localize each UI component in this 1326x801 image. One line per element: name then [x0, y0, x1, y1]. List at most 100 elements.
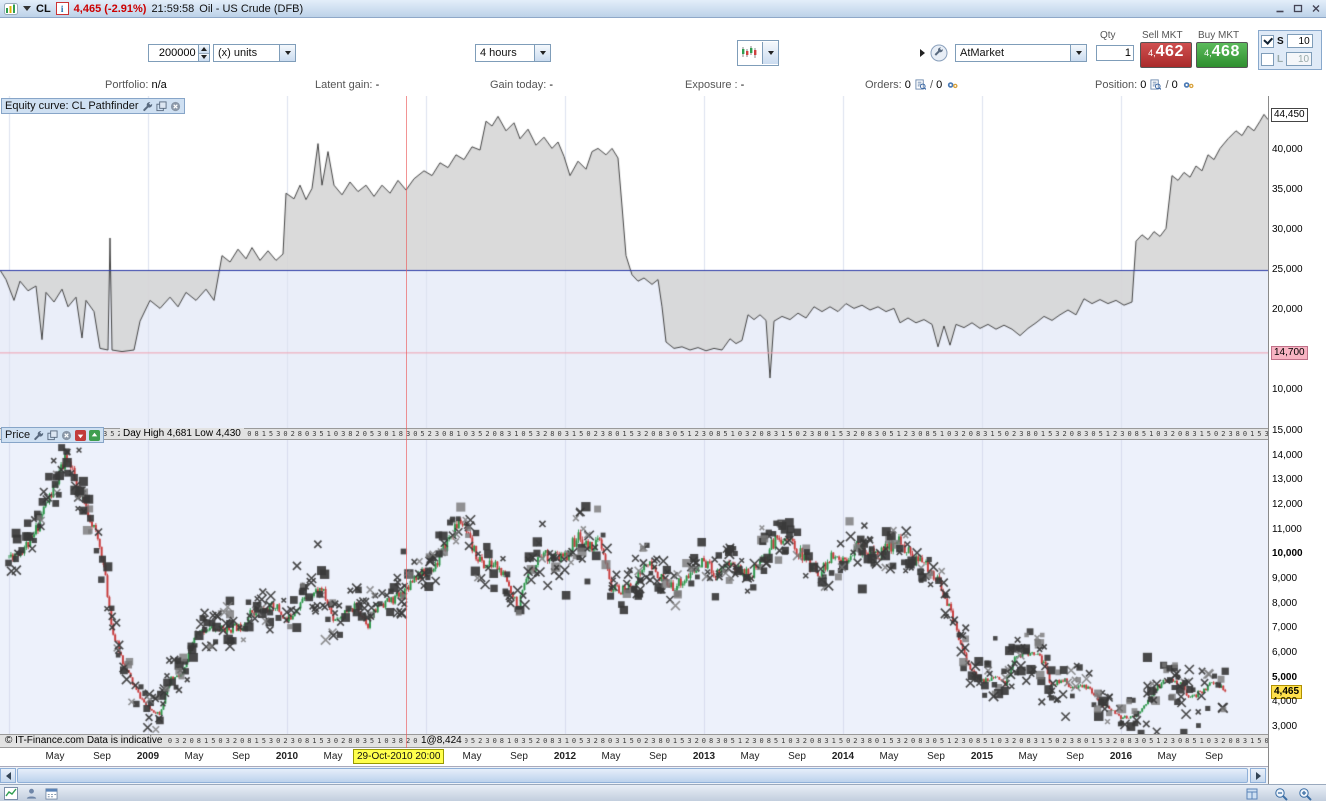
timeframe-select-value: 4 hours	[480, 47, 517, 59]
x-axis-dates-row: 29-Oct-2010 20:00 May Sep 2009 May Sep 2010 Ma…	[0, 748, 1268, 766]
equity-detach-icon[interactable]	[155, 100, 167, 112]
chart-style-icon	[738, 44, 762, 63]
accounts-icon[interactable]	[22, 786, 40, 801]
x-axis-label: Sep	[788, 751, 806, 762]
zoom-out-icon[interactable]	[1272, 786, 1290, 801]
stat-item: Latent gain: -	[315, 79, 380, 91]
limit-distance-input[interactable]	[1286, 52, 1313, 66]
y-axis-label: 25,000	[1272, 264, 1303, 275]
x-axis-label: May	[740, 751, 760, 762]
price-chart-canvas[interactable]	[0, 440, 1268, 734]
last-price-change: 4,465 (-2.91%)	[73, 2, 147, 15]
stat-item: Gain today: -	[490, 79, 553, 91]
workspace-icon[interactable]	[2, 786, 20, 801]
window-controls	[1272, 2, 1323, 15]
y-axis-label: 6,000	[1272, 647, 1298, 658]
order-qty-field[interactable]	[1096, 45, 1134, 61]
y-axis-label: 10,000	[1272, 384, 1303, 395]
stat-item: Position: 0 / 0	[1095, 79, 1196, 91]
calendar-icon[interactable]	[42, 786, 60, 801]
x-axis-label: Sep	[93, 751, 111, 762]
symbol-label[interactable]: CL	[36, 3, 51, 15]
sell-market-button[interactable]: 4, 462	[1140, 42, 1192, 68]
equity-close-icon[interactable]	[170, 101, 181, 112]
equity-settings-icon[interactable]	[142, 101, 153, 112]
limit-row: L	[1261, 51, 1319, 67]
order-panel-collapse-icon[interactable]	[920, 49, 925, 57]
infobar: Portfolio: n/a Latent gain: - Gain today: …	[0, 76, 1326, 97]
quantity-spinner[interactable]	[197, 45, 209, 61]
scroll-left-button[interactable]	[0, 768, 16, 783]
buy-market-button[interactable]: 4, 468	[1196, 42, 1248, 68]
order-type-value: AtMarket	[960, 47, 1005, 59]
orders-settings-icon[interactable]	[1181, 79, 1196, 91]
price-panel-header: Price	[1, 427, 105, 443]
y-axis-label: 12,000	[1272, 499, 1303, 510]
instrument-info-icon[interactable]: i	[55, 2, 69, 15]
y-axis-label: 30,000	[1272, 224, 1303, 235]
panel-layout-icon[interactable]	[1243, 786, 1261, 801]
x-axis-label: May	[1157, 751, 1177, 762]
quantity-stepper[interactable]	[148, 44, 210, 62]
order-info-tag: 1@8,424	[418, 735, 465, 746]
order-type-caret[interactable]	[1070, 45, 1086, 61]
scrollbar-thumb[interactable]	[17, 768, 1248, 783]
chart-style-caret[interactable]	[762, 42, 778, 64]
qty-label: Qty	[1100, 30, 1116, 41]
quick-buy-icon[interactable]	[89, 429, 101, 441]
y-axis-label: 35,000	[1272, 184, 1303, 195]
equity-chart-canvas[interactable]	[0, 96, 1268, 428]
orders-detail-icon[interactable]	[914, 79, 927, 91]
chart-style-button[interactable]	[737, 40, 779, 66]
price-close-icon[interactable]	[61, 430, 72, 441]
y-axis-label: 40,000	[1272, 144, 1303, 155]
x-axis-label: Sep	[927, 751, 945, 762]
order-settings-icon[interactable]	[930, 44, 948, 65]
close-button[interactable]	[1308, 2, 1323, 15]
zoom-in-icon[interactable]	[1296, 786, 1314, 801]
units-select-caret[interactable]	[279, 45, 295, 61]
x-axis-label: May	[45, 751, 65, 762]
y-axis-label: 10,000	[1272, 548, 1303, 559]
stop-letter: S	[1277, 35, 1284, 47]
x-axis-label: 2012	[553, 751, 577, 762]
minimize-button[interactable]	[1272, 2, 1287, 15]
price-panel-title: Price	[5, 429, 31, 441]
orders-detail-icon[interactable]	[1149, 79, 1162, 91]
units-select[interactable]: (x) units	[213, 44, 296, 62]
order-qty-input[interactable]	[1097, 46, 1133, 60]
stop-checkbox[interactable]	[1261, 34, 1274, 48]
y-axis-label: 11,000	[1272, 524, 1302, 535]
orders-settings-icon[interactable]	[945, 79, 960, 91]
quick-sell-icon[interactable]	[75, 429, 87, 441]
sell-price-main: 462	[1155, 43, 1184, 60]
buy-price-main: 468	[1211, 43, 1240, 60]
limit-checkbox[interactable]	[1261, 52, 1274, 66]
horizontal-scrollbar[interactable]	[0, 766, 1268, 784]
timeframe-select[interactable]: 4 hours	[475, 44, 551, 62]
y-axis-label: 7,000	[1272, 622, 1298, 633]
quantity-input[interactable]	[149, 45, 198, 61]
y-axis-label: 13,000	[1272, 474, 1303, 485]
x-axis-label: 2009	[136, 751, 160, 762]
maximize-button[interactable]	[1290, 2, 1305, 15]
title-bar: CL i 4,465 (-2.91%) 21:59:58 Oil - US Cr…	[0, 0, 1326, 18]
x-axis-label: Sep	[1066, 751, 1084, 762]
units-select-value: (x) units	[218, 47, 258, 59]
bottom-toolbar	[0, 784, 1326, 801]
price-settings-icon[interactable]	[33, 430, 44, 441]
price-detach-icon[interactable]	[47, 429, 58, 441]
order-type-select[interactable]: AtMarket	[955, 44, 1087, 62]
timeframe-select-caret[interactable]	[534, 45, 550, 61]
app-icon	[4, 2, 18, 15]
x-axis-label: 2016	[1109, 751, 1133, 762]
y-axis-label: 8,000	[1272, 598, 1298, 609]
scroll-right-button[interactable]	[1250, 768, 1266, 783]
trade-exit-digits: 2031085031208315023081503208150320815302…	[2, 737, 1268, 745]
limit-letter: L	[1277, 53, 1284, 65]
y-axis-label: 14,700	[1271, 346, 1308, 360]
stat-item: Portfolio: n/a	[105, 79, 167, 91]
stop-distance-input[interactable]	[1286, 34, 1313, 48]
symbol-dropdown-caret[interactable]	[23, 6, 31, 11]
stat-item: Orders: 0 / 0	[865, 79, 960, 91]
